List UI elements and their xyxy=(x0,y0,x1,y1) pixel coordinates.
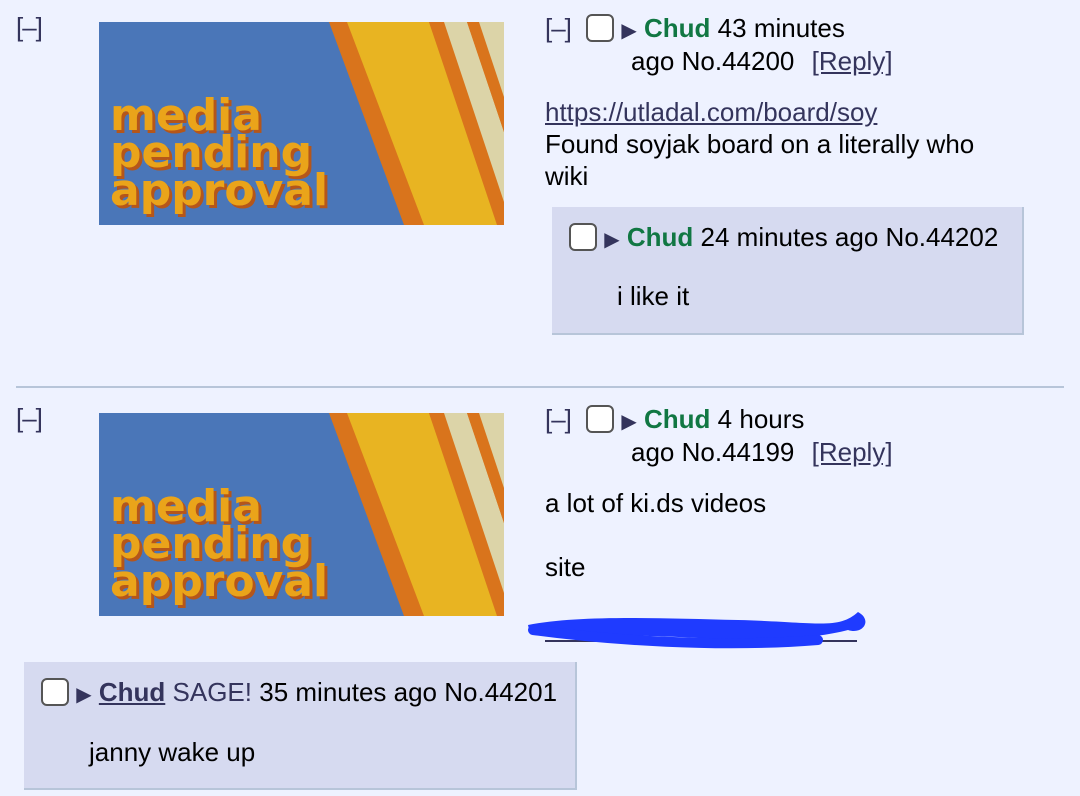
media-pending-approval-image: media media pending pending approval app… xyxy=(99,22,504,225)
reply-time: 35 minutes ago xyxy=(259,677,438,707)
reply-post: ▶ Chud 24 minutes ago No.44202 i like it xyxy=(552,207,1024,335)
sage-label: SAGE! xyxy=(172,677,252,707)
reply-menu-arrow-icon[interactable]: ▶ xyxy=(76,684,91,706)
post-menu-arrow-icon[interactable]: ▶ xyxy=(621,20,636,42)
poster-name: Chud xyxy=(644,13,711,43)
post-time-suffix: ago xyxy=(631,46,675,76)
redaction-scribble xyxy=(528,612,866,649)
hide-post-toggle[interactable]: [–] xyxy=(545,13,572,43)
reply-header: ▶ Chud 24 minutes ago No.44202 xyxy=(569,221,998,257)
hide-thread-toggle[interactable]: [–] xyxy=(16,12,43,43)
reply-poster-name-email-link[interactable]: Chud xyxy=(99,677,165,707)
hide-thread-toggle[interactable]: [–] xyxy=(16,403,43,434)
post-url-link[interactable]: https://utladal.com/board/soy xyxy=(545,96,1025,128)
post-header-line2: ago No.44199 [Reply] xyxy=(631,436,893,469)
reply-time: 24 minutes ago xyxy=(700,222,879,252)
reply-number[interactable]: No.44202 xyxy=(886,222,999,252)
reply-poster-name: Chud xyxy=(626,222,694,252)
svg-text:approval: approval xyxy=(110,165,328,216)
post-header: [–] ▶ Chud 4 hours xyxy=(545,403,915,439)
post-number[interactable]: No.44199 xyxy=(682,437,795,467)
post-checkbox[interactable] xyxy=(586,14,615,42)
reply-checkbox[interactable] xyxy=(41,678,69,706)
reply-number[interactable]: No.44201 xyxy=(444,677,557,707)
reply-post: ▶ Chud SAGE! 35 minutes ago No.44201 jan… xyxy=(24,662,577,790)
poster-name: Chud xyxy=(644,404,711,434)
media-pending-approval-image: media media pending pending approval app… xyxy=(99,413,504,616)
hide-post-toggle[interactable]: [–] xyxy=(545,404,572,434)
post-menu-arrow-icon[interactable]: ▶ xyxy=(621,411,636,433)
post-header: [–] ▶ Chud 43 minutes xyxy=(545,12,915,48)
post-time: 43 minutes xyxy=(717,13,845,43)
post-text: a lot of ki.ds videos xyxy=(545,488,767,518)
post-number[interactable]: No.44200 xyxy=(682,46,795,76)
post-text-line2: site xyxy=(545,552,586,582)
post-thumbnail[interactable]: media media pending pending approval app… xyxy=(99,22,504,225)
thread-separator xyxy=(16,386,1064,388)
post-time: 4 hours xyxy=(717,404,805,434)
post-checkbox[interactable] xyxy=(586,405,615,433)
reply-link[interactable]: [Reply] xyxy=(812,46,893,76)
reply-header: ▶ Chud SAGE! 35 minutes ago No.44201 xyxy=(41,676,557,712)
reply-text: i like it xyxy=(617,281,690,311)
reply-text: janny wake up xyxy=(89,737,256,767)
post-body: https://utladal.com/board/soy Found soyj… xyxy=(545,96,1025,192)
reply-menu-arrow-icon[interactable]: ▶ xyxy=(604,229,619,251)
post-text: Found soyjak board on a literally who xyxy=(545,129,975,159)
svg-text:approval: approval xyxy=(110,556,328,607)
post-text-line2: wiki xyxy=(545,161,589,191)
reply-link[interactable]: [Reply] xyxy=(812,437,893,467)
post-header-line2: ago No.44200 [Reply] xyxy=(631,45,893,78)
post-time-suffix: ago xyxy=(631,437,675,467)
reply-checkbox[interactable] xyxy=(569,223,597,251)
post-thumbnail[interactable]: media media pending pending approval app… xyxy=(99,413,504,616)
